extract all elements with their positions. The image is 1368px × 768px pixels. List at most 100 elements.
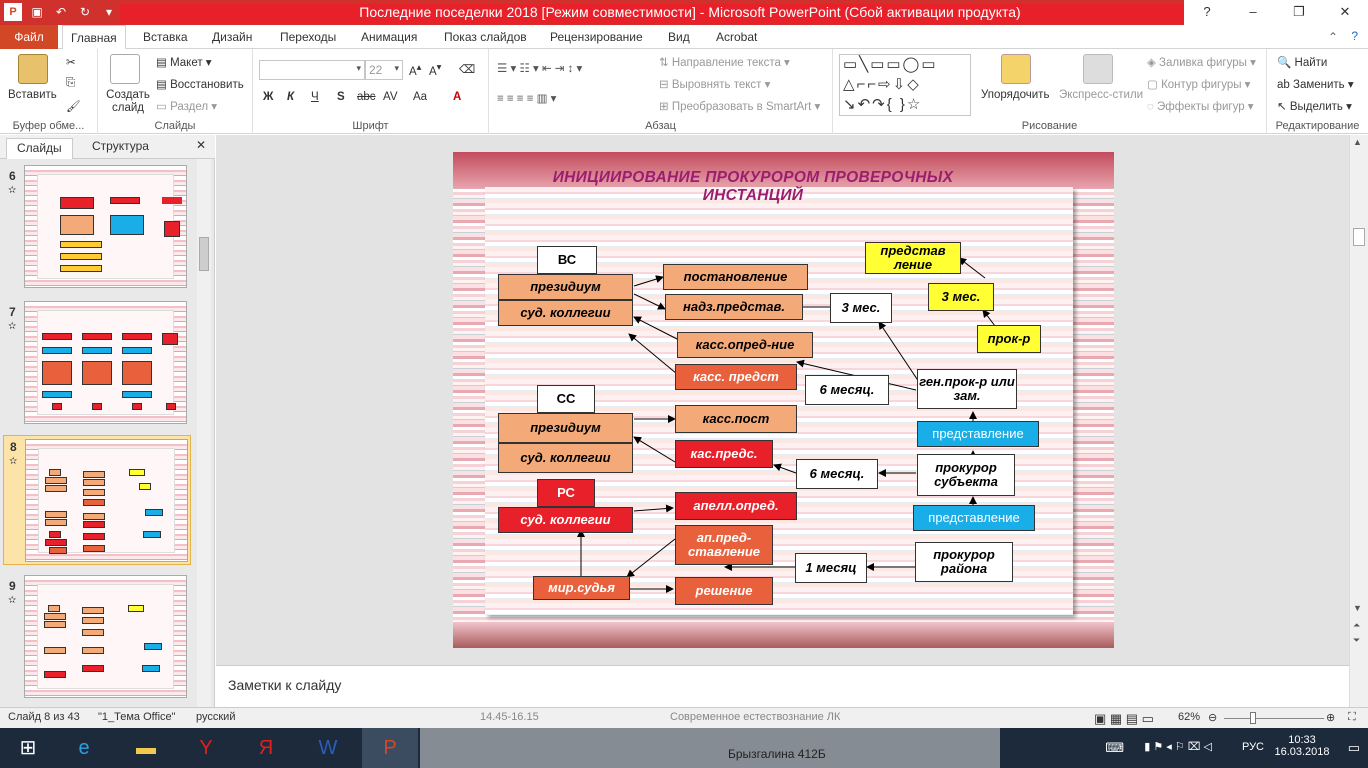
tab-review[interactable]: Рецензирование — [550, 25, 643, 49]
box-kass-opred[interactable]: касс.опред-ние — [677, 332, 813, 358]
scroll-up-icon[interactable]: ▲ — [1353, 137, 1362, 147]
notes-pane[interactable]: Заметки к слайду — [216, 665, 1349, 707]
arrange-icon[interactable] — [1001, 54, 1031, 84]
box-vs[interactable]: ВС — [537, 246, 597, 274]
paste-button[interactable]: Вставить — [8, 89, 57, 101]
tab-transitions[interactable]: Переходы — [280, 25, 336, 49]
prev-slide-icon[interactable]: ⏶ — [1353, 620, 1360, 631]
box-1-month[interactable]: 1 месяц — [795, 553, 867, 583]
box-6-months-b[interactable]: 6 месяц. — [796, 459, 878, 489]
box-mir-sudya[interactable]: мир.судья — [533, 576, 630, 600]
italic-button[interactable]: К — [287, 91, 294, 103]
notes-placeholder[interactable]: Заметки к слайду — [228, 677, 341, 693]
copy-icon[interactable]: ⎘ — [66, 77, 75, 90]
tab-slideshow[interactable]: Показ слайдов — [444, 25, 527, 49]
shrink-font-icon[interactable]: A▾ — [429, 62, 441, 78]
zoom-out-icon[interactable]: ⊖ — [1208, 711, 1217, 724]
align-text-button[interactable]: ⊟ Выровнять текст ▾ — [659, 77, 770, 91]
collapse-ribbon-icon[interactable]: ⌃ — [1328, 30, 1338, 44]
tray-icons[interactable]: ▮ ⚑ ◂ ⚐ ⌧ ◁ — [1144, 740, 1212, 753]
paste-icon[interactable] — [18, 54, 48, 84]
scroll-thumb[interactable] — [1353, 228, 1365, 246]
text-direction-button[interactable]: ⇅ Направление текста ▾ — [659, 55, 790, 69]
box-predstavlenie-2[interactable]: представление — [913, 505, 1035, 531]
zoom-slider[interactable] — [1224, 718, 1324, 719]
yandex-browser-icon[interactable]: Y — [178, 728, 234, 768]
word-icon[interactable]: W — [300, 728, 356, 768]
powerpoint-icon[interactable]: P — [4, 3, 22, 21]
scroll-down-icon[interactable]: ▼ — [1353, 603, 1362, 613]
notifications-icon[interactable]: ▭ — [1348, 740, 1360, 756]
bold-button[interactable]: Ж — [263, 91, 273, 103]
tab-outline[interactable]: Структура — [92, 139, 149, 153]
help-icon[interactable]: ? — [1184, 0, 1230, 25]
powerpoint-taskbar-icon[interactable]: P — [362, 728, 418, 768]
language-indicator[interactable]: русский — [196, 711, 235, 723]
bullets-icon[interactable]: ☰ ▾ ☷ ▾ ⇤ ⇥ ↕ ▾ — [497, 61, 582, 75]
tab-animation[interactable]: Анимация — [361, 25, 417, 49]
editor-scrollbar[interactable]: ▲ ▼ ⏶ ⏷ — [1349, 135, 1368, 707]
slide-thumbnail[interactable]: 6 ✫ — [0, 165, 200, 293]
undo-icon[interactable]: ↶ — [52, 3, 70, 21]
tab-acrobat[interactable]: Acrobat — [716, 25, 757, 49]
zoom-level[interactable]: 62% — [1178, 711, 1200, 723]
section-button[interactable]: ▭ Раздел ▾ — [156, 99, 217, 113]
box-vs-presidium[interactable]: президиум — [498, 274, 633, 300]
align-icons[interactable]: ≡ ≡ ≡ ≡ ▥ ▾ — [497, 91, 556, 105]
strikethrough-button[interactable]: S — [337, 91, 345, 103]
zoom-slider-thumb[interactable] — [1250, 712, 1256, 724]
tab-view[interactable]: Вид — [668, 25, 690, 49]
box-apell-opred[interactable]: апелл.опред. — [675, 492, 797, 520]
layout-button[interactable]: ▤ Макет ▾ — [156, 55, 212, 69]
close-panel-icon[interactable]: ✕ — [196, 138, 206, 152]
quick-styles-button[interactable]: Экспресс-стили — [1059, 89, 1143, 101]
slide-thumbnail-selected[interactable]: 8 ✫ — [3, 435, 191, 565]
box-6-months-a[interactable]: 6 месяц. — [805, 375, 889, 405]
tab-home[interactable]: Главная — [62, 25, 126, 50]
tab-insert[interactable]: Вставка — [143, 25, 188, 49]
zoom-in-icon[interactable]: ⊕ — [1326, 711, 1335, 724]
clear-format-icon[interactable]: ⌫ — [459, 62, 475, 76]
box-predstavlenie-1[interactable]: представление — [917, 421, 1039, 447]
quick-styles-icon[interactable] — [1083, 54, 1113, 84]
underline-button[interactable]: Ч — [311, 91, 319, 103]
fit-slide-icon[interactable]: ⛶ — [1348, 711, 1356, 724]
select-button[interactable]: ↖ Выделить ▾ — [1277, 99, 1352, 113]
shape-fill-button[interactable]: ◈ Заливка фигуры ▾ — [1147, 55, 1256, 69]
theme-name[interactable]: "1_Тема Office" — [98, 711, 176, 723]
new-slide-button[interactable]: Создать слайд — [106, 89, 150, 115]
file-explorer-icon[interactable]: ▬ — [118, 728, 174, 768]
smartart-button[interactable]: ⊞ Преобразовать в SmartArt ▾ — [659, 99, 820, 113]
reset-button[interactable]: ▤ Восстановить — [156, 77, 244, 91]
save-icon[interactable]: ▣ — [28, 3, 46, 21]
redo-icon[interactable]: ↻ — [76, 3, 94, 21]
box-gen-prokuror[interactable]: ген.прок-р или зам. — [917, 369, 1017, 409]
tab-design[interactable]: Дизайн — [212, 25, 252, 49]
slide-thumbnail[interactable]: 7 ✫ — [0, 301, 200, 429]
box-postanovlenie[interactable]: постановление — [663, 264, 808, 290]
replace-button[interactable]: ab Заменить ▾ — [1277, 77, 1354, 91]
find-button[interactable]: 🔍 Найти — [1277, 55, 1327, 69]
new-slide-icon[interactable] — [110, 54, 140, 84]
customize-qat-icon[interactable]: ▾ — [100, 3, 118, 21]
slides-panel-scrollbar[interactable] — [197, 159, 211, 707]
box-kass-predst[interactable]: касс. предст — [675, 364, 797, 390]
box-3-months-a[interactable]: 3 мес. — [830, 293, 892, 323]
clock[interactable]: 10:33 16.03.2018 — [1272, 734, 1332, 758]
input-language[interactable]: РУС — [1242, 741, 1264, 753]
box-kass-post[interactable]: касс.пост — [675, 405, 797, 433]
slide-canvas[interactable]: ИНИЦИИРОВАНИЕ ПРОКУРОРОМ ПРОВЕРОЧНЫХ ИНС… — [453, 152, 1114, 648]
grow-font-icon[interactable]: A▴ — [409, 62, 421, 78]
arrange-button[interactable]: Упорядочить — [981, 89, 1049, 101]
box-vs-collegium[interactable]: суд. коллегии — [498, 300, 633, 326]
help-circle-icon[interactable]: ? — [1351, 29, 1358, 43]
yandex-icon[interactable]: Я — [238, 728, 294, 768]
restore-button[interactable]: ❐ — [1276, 0, 1322, 25]
keyboard-icon[interactable]: ⌨ — [1105, 740, 1124, 756]
box-nadz-predstav[interactable]: надз.представ. — [665, 294, 803, 320]
box-ap-predstavlenie[interactable]: ап.пред-ставление — [675, 525, 773, 565]
scroll-thumb[interactable] — [199, 237, 209, 271]
font-color-icon[interactable]: A — [453, 91, 461, 103]
slide-thumbnail[interactable]: 9 ✫ — [0, 575, 200, 703]
shape-effects-button[interactable]: ◌ Эффекты фигур ▾ — [1147, 99, 1254, 113]
